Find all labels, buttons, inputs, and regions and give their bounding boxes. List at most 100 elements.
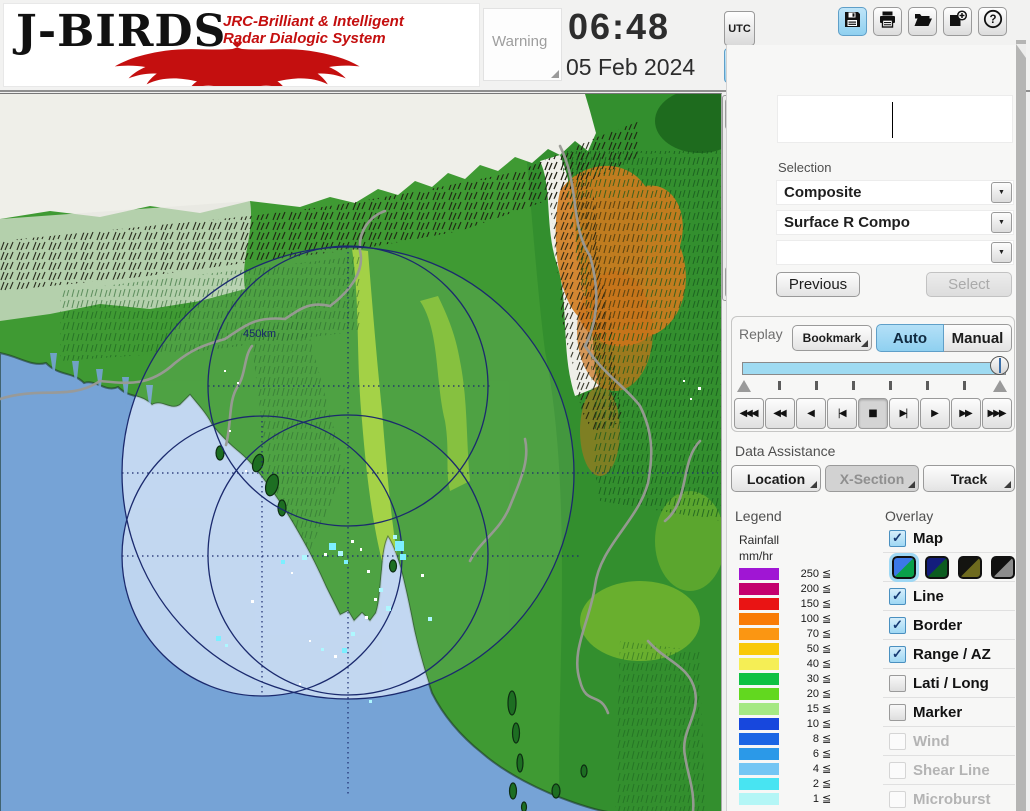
map-style-black-gray[interactable] <box>991 555 1015 579</box>
overlay-item-label: Wind <box>913 732 950 750</box>
warning-button[interactable]: Warning <box>483 8 562 81</box>
fast-rewind-button[interactable]: ◀◀ <box>765 398 795 429</box>
bookmark-button[interactable]: Bookmark <box>792 325 872 351</box>
help-button[interactable]: ? <box>978 7 1007 36</box>
range-ring-label: 450km <box>243 328 276 340</box>
map-style-black-olive[interactable] <box>958 555 982 579</box>
legend-comparator: ≦ <box>822 702 832 715</box>
legend-color-swatch <box>739 777 779 790</box>
lati-long-checkbox[interactable] <box>889 674 906 692</box>
slider-end-marker[interactable] <box>993 380 1007 392</box>
chevron-down-icon[interactable]: ▼ <box>991 212 1012 233</box>
legend-color-swatch <box>739 702 779 715</box>
legend-row: 1 ≦ <box>739 791 859 806</box>
skip-to-end-button[interactable]: ▶▶▶ <box>982 398 1012 429</box>
legend-row: 40 ≦ <box>739 656 859 671</box>
overlay-row-shear-line: Shear Line <box>883 756 1015 785</box>
legend-comparator: ≦ <box>822 747 832 760</box>
legend-row: 10 ≦ <box>739 716 859 731</box>
dropdown-product[interactable]: Surface R Compo ▼ <box>776 210 1014 235</box>
legend-color-swatch <box>739 567 779 580</box>
dropdown-category-value: Composite <box>784 184 862 201</box>
select-button[interactable]: Select <box>926 272 1012 297</box>
jbirds-app: J-BIRDS JRC-Brilliant & Intelligent Rada… <box>0 0 1030 811</box>
play-button[interactable]: ▶ <box>920 398 950 429</box>
legend-value: 6 <box>812 747 819 760</box>
timezone-utc-button[interactable]: UTC <box>724 11 755 46</box>
range-az-checkbox[interactable]: ✓ <box>889 645 906 663</box>
location-button[interactable]: Location <box>731 465 821 492</box>
legend-comparator: ≦ <box>822 792 832 805</box>
step-forward-button[interactable]: ▶| <box>889 398 919 429</box>
chevron-down-icon[interactable]: ▼ <box>991 242 1012 263</box>
overlay-row-border: ✓ Border <box>883 611 1015 640</box>
splitter-collapse-icon[interactable] <box>1016 44 1026 58</box>
legend-value: 4 <box>812 762 819 775</box>
marker-checkbox[interactable] <box>889 703 906 721</box>
svg-text:?: ? <box>989 14 996 26</box>
step-back-button[interactable]: |◀ <box>827 398 857 429</box>
add-window-button[interactable] <box>943 7 972 36</box>
skip-to-start-button[interactable]: ◀◀◀ <box>734 398 764 429</box>
legend-color-swatch <box>739 657 779 670</box>
play-reverse-button[interactable]: ◀ <box>796 398 826 429</box>
open-folder-button[interactable] <box>908 7 937 36</box>
map-style-blue-green[interactable] <box>889 552 919 582</box>
overlay-label: Overlay <box>885 508 934 524</box>
legend-units: mm/hr <box>739 549 773 563</box>
overlay-item-label: Lati / Long <box>913 674 989 692</box>
legend-row: 20 ≦ <box>739 686 859 701</box>
eagle-logo-icon <box>114 42 360 86</box>
replay-slider-handle[interactable] <box>990 356 1009 375</box>
legend-value: 200 <box>800 582 819 595</box>
control-panel: Selection Composite ▼ Surface R Compo ▼ … <box>726 45 1016 811</box>
stop-button[interactable]: ■ <box>858 398 888 429</box>
line-checkbox[interactable]: ✓ <box>889 587 906 605</box>
auto-mode-button[interactable]: Auto <box>876 324 944 352</box>
save-button[interactable] <box>838 7 867 36</box>
overlay-item-label: Range / AZ <box>913 645 991 663</box>
legend-comparator: ≦ <box>822 627 832 640</box>
panel-splitter[interactable] <box>1016 40 1026 811</box>
rainfall-legend: 250 ≦ 200 ≦ 150 ≦ 100 ≦ 70 ≦ 50 ≦ 40 ≦ 30 ≦ 20 ≦ 15 ≦ 10 ≦ 8 ≦ 6… <box>739 566 859 806</box>
slider-start-marker[interactable] <box>737 380 751 392</box>
manual-mode-button[interactable]: Manual <box>944 324 1012 352</box>
shear-line-checkbox <box>889 761 906 779</box>
dropdown-option[interactable]: ▼ <box>776 240 1014 265</box>
legend-color-swatch <box>739 732 779 745</box>
legend-row: 2 ≦ <box>739 776 859 791</box>
overlay-row-range-az: ✓ Range / AZ <box>883 640 1015 669</box>
legend-value: 30 <box>806 672 819 685</box>
chevron-down-icon[interactable]: ▼ <box>991 182 1012 203</box>
border-checkbox[interactable]: ✓ <box>889 616 906 634</box>
logo-tagline-1: JRC-Brilliant & Intelligent <box>223 13 404 30</box>
overlay-list: ✓ Map ✓ Line ✓ Border ✓ Range / AZ Lati / Long Ma… <box>883 524 1015 811</box>
station-input[interactable] <box>777 95 1013 143</box>
legend-value: 8 <box>812 732 819 745</box>
clock-time: 06:48 <box>568 6 671 47</box>
previous-button[interactable]: Previous <box>776 272 860 297</box>
slider-tick <box>926 381 929 390</box>
legend-comparator: ≦ <box>822 717 832 730</box>
fast-forward-button[interactable]: ▶▶ <box>951 398 981 429</box>
legend-comparator: ≦ <box>822 777 832 790</box>
map-style-navy-green[interactable] <box>925 555 949 579</box>
dropdown-category[interactable]: Composite ▼ <box>776 180 1014 205</box>
open-folder-icon <box>913 10 933 34</box>
legend-comparator: ≦ <box>822 642 832 655</box>
radar-map-viewport[interactable]: 450km <box>0 93 722 811</box>
legend-color-swatch <box>739 747 779 760</box>
clock-date: 05 Feb 2024 <box>566 54 696 80</box>
replay-slider-track[interactable] <box>742 362 1006 375</box>
legend-color-swatch <box>739 762 779 775</box>
overlay-item-label: Map <box>913 529 943 547</box>
x-section-button[interactable]: X-Section <box>825 465 919 492</box>
slider-tick <box>889 381 892 390</box>
track-button[interactable]: Track <box>923 465 1015 492</box>
print-button[interactable] <box>873 7 902 36</box>
legend-color-swatch <box>739 717 779 730</box>
legend-comparator: ≦ <box>822 582 832 595</box>
legend-row: 100 ≦ <box>739 611 859 626</box>
map-checkbox[interactable]: ✓ <box>889 529 906 547</box>
help-icon: ? <box>983 9 1003 34</box>
